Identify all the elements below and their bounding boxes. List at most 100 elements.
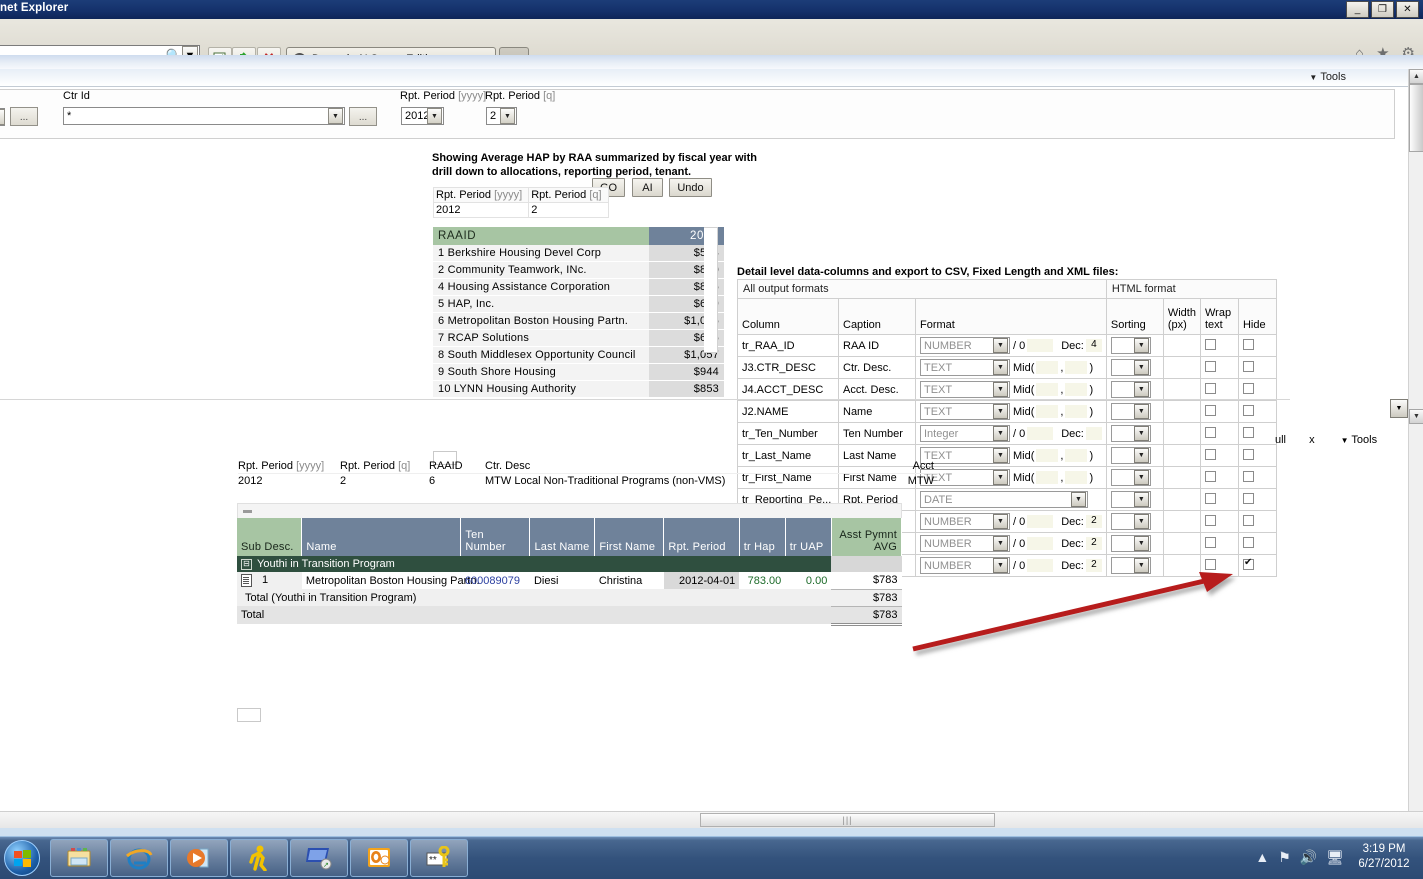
mid-length-input[interactable]	[1065, 449, 1088, 462]
divisor-input[interactable]	[1027, 515, 1054, 528]
detail-column-width[interactable]	[1162, 444, 1201, 467]
wrap-text-checkbox[interactable]	[1204, 360, 1216, 372]
chevron-down-icon[interactable]: ▼	[993, 382, 1008, 397]
hide-checkbox[interactable]	[1242, 338, 1254, 350]
grid-header-ten-number[interactable]: Ten Number	[460, 518, 531, 556]
taskbar-media-player-icon[interactable]	[170, 839, 228, 877]
collapse-icon[interactable]: ⊟	[241, 558, 252, 570]
sorting-select[interactable]: ▼	[1110, 425, 1151, 442]
scroll-thumb[interactable]	[1409, 84, 1423, 152]
sorting-select[interactable]: ▼	[1110, 557, 1151, 574]
wrap-text-checkbox[interactable]	[1204, 514, 1216, 526]
document-icon[interactable]	[241, 574, 252, 587]
raa-category-cell[interactable]: 6 Metropolitan Boston Housing Partn.	[433, 312, 649, 330]
divisor-input[interactable]	[1027, 339, 1054, 352]
table-row[interactable]: 5 HAP, Inc.$639	[433, 295, 724, 313]
dec-input[interactable]: 2	[1085, 537, 1102, 550]
grid-header-sub-desc[interactable]: Sub Desc.	[237, 518, 303, 556]
dec-input[interactable]: 2	[1085, 559, 1102, 572]
chevron-down-icon[interactable]: ▼	[1133, 536, 1149, 551]
chevron-down-icon[interactable]: ▼	[1133, 558, 1149, 573]
hide-checkbox[interactable]	[1242, 426, 1254, 438]
table-row[interactable]: 1 Berkshire Housing Devel Corp$534	[433, 245, 724, 262]
horizontal-scrollbar[interactable]: |||	[0, 811, 1423, 829]
table-row[interactable]: 2 Community Teamwork, INc.$860	[433, 261, 724, 279]
format-select[interactable]: NUMBER ▼	[920, 535, 1010, 552]
chevron-down-icon[interactable]: ▼	[1133, 360, 1149, 375]
detail-column-width[interactable]	[1162, 356, 1201, 379]
mid-length-input[interactable]	[1065, 471, 1088, 484]
raa-category-cell[interactable]: 7 RCAP Solutions	[433, 329, 649, 347]
taskbar-aim-runner-icon[interactable]	[230, 839, 288, 877]
raa-category-cell[interactable]: 10 LYNN Housing Authority	[433, 380, 649, 398]
rpt-quarter-combo[interactable]: 2 ▼	[486, 107, 517, 125]
grid-header-asst-pymnt[interactable]: Asst Pymnt AVG	[831, 518, 903, 556]
format-select[interactable]: TEXT ▼	[920, 359, 1010, 376]
detail-column-width[interactable]	[1162, 334, 1201, 357]
format-select[interactable]: NUMBER ▼	[920, 557, 1010, 574]
hide-checkbox[interactable]	[1242, 536, 1254, 548]
format-select[interactable]: NUMBER ▼	[920, 513, 1010, 530]
sorting-select[interactable]: ▼	[1110, 337, 1151, 354]
mid-start-input[interactable]	[1036, 383, 1059, 396]
row-detail-icon-cell[interactable]: 1	[237, 572, 302, 589]
group-label-cell[interactable]: ⊟ Youthi in Transition Program	[237, 556, 832, 572]
chevron-down-icon[interactable]: ▼	[1390, 399, 1408, 418]
taskbar-remote-desktop-icon[interactable]: ↗	[290, 839, 348, 877]
chevron-down-icon[interactable]: ▼	[1133, 470, 1149, 485]
divisor-input[interactable]	[1027, 559, 1054, 572]
taskbar-internet-explorer-icon[interactable]	[110, 839, 168, 877]
mid-start-input[interactable]	[1036, 361, 1059, 374]
table-row[interactable]: 6 Metropolitan Boston Housing Partn. $1,0…	[433, 312, 724, 330]
undo-button[interactable]: Undo	[669, 178, 712, 197]
sorting-select[interactable]: ▼	[1110, 535, 1151, 552]
raa-category-cell[interactable]: 5 HAP, Inc.	[433, 295, 649, 313]
volume-icon[interactable]: 🔊	[1300, 849, 1317, 866]
close-icon[interactable]: x	[1309, 434, 1315, 446]
close-button[interactable]: ✕	[1396, 1, 1419, 18]
divisor-input[interactable]	[1027, 537, 1054, 550]
taskbar-file-explorer-icon[interactable]	[50, 839, 108, 877]
network-flag-icon[interactable]: ⚑	[1278, 849, 1291, 866]
wrap-text-checkbox[interactable]	[1204, 338, 1216, 350]
hide-checkbox[interactable]	[1242, 557, 1254, 570]
wrap-text-checkbox[interactable]	[1204, 470, 1216, 482]
wrap-text-checkbox[interactable]	[1204, 382, 1216, 394]
mid-length-input[interactable]	[1065, 405, 1088, 418]
mid-start-input[interactable]	[1036, 449, 1059, 462]
grid-header-tr-hap[interactable]: tr Hap	[739, 518, 786, 556]
wrap-text-checkbox[interactable]	[1204, 536, 1216, 548]
grid-header-rpt-period[interactable]: Rpt. Period	[663, 518, 740, 556]
show-hidden-icons[interactable]: ▲	[1255, 849, 1269, 865]
table-row[interactable]: 4 Housing Assistance Corporation$836	[433, 278, 724, 296]
table-row[interactable]: 7 RCAP Solutions$646	[433, 329, 724, 347]
chevron-down-icon[interactable]: ▼	[993, 404, 1008, 419]
hide-checkbox[interactable]	[1242, 470, 1254, 482]
hide-checkbox[interactable]	[1242, 404, 1254, 416]
rpt-year-combo[interactable]: 2012 ▼	[401, 107, 444, 125]
raa-value-cell[interactable]: $944	[649, 363, 724, 381]
ctr-id-combo[interactable]: * ▼	[63, 107, 345, 125]
detail-column-width[interactable]	[1162, 554, 1201, 577]
hide-checkbox[interactable]	[1242, 448, 1254, 460]
format-select[interactable]: Integer ▼	[920, 425, 1010, 442]
raa-category-cell[interactable]: 1 Berkshire Housing Devel Corp	[433, 245, 649, 262]
vertical-scrollbar-top[interactable]: ▲ ▼	[1408, 69, 1423, 424]
wrap-text-checkbox[interactable]	[1204, 426, 1216, 438]
table-row[interactable]: 8 South Middlesex Opportunity Council $1,…	[433, 346, 724, 364]
grid-header-last-name[interactable]: Last Name	[529, 518, 596, 556]
chevron-down-icon[interactable]: ▼	[1133, 404, 1149, 419]
detail-column-width[interactable]	[1162, 488, 1201, 511]
raa-value-cell[interactable]: $853	[649, 380, 724, 398]
mid-start-input[interactable]	[1036, 405, 1059, 418]
detail-column-width[interactable]	[1162, 400, 1201, 423]
restore-button[interactable]: ❐	[1371, 1, 1394, 18]
sorting-select[interactable]: ▼	[1110, 447, 1151, 464]
chevron-down-icon[interactable]: ▼	[1133, 426, 1149, 441]
dec-input[interactable]: 4	[1085, 339, 1102, 352]
dec-input[interactable]: 2	[1085, 515, 1102, 528]
chevron-down-icon[interactable]: ▼	[993, 338, 1008, 353]
detail-column-width[interactable]	[1162, 422, 1201, 445]
chevron-down-icon[interactable]: ▼	[427, 108, 442, 124]
chevron-down-icon[interactable]: ▼	[1133, 338, 1149, 353]
